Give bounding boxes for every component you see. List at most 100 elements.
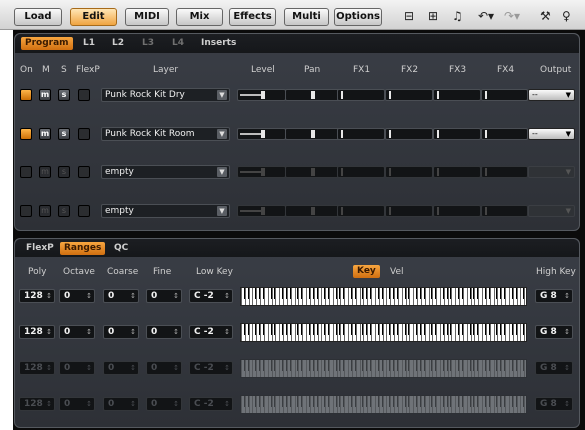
octave-field[interactable]: 0 ↕: [59, 289, 95, 303]
fx1-send[interactable]: [337, 89, 385, 101]
fx-thumb[interactable]: [341, 207, 343, 215]
layer-select[interactable]: Punk Rock Kit Dry ▼: [101, 88, 230, 102]
spinner-icon[interactable]: ↕: [86, 326, 92, 338]
mix-button[interactable]: Mix: [176, 8, 223, 26]
flexp-toggle[interactable]: [78, 205, 90, 217]
midi-button[interactable]: MIDI: [125, 8, 169, 26]
spinner-icon[interactable]: ↕: [224, 398, 230, 410]
fx2-send[interactable]: [385, 205, 433, 217]
fx4-send[interactable]: [481, 128, 528, 140]
level-fader[interactable]: [237, 166, 286, 178]
key-toggle[interactable]: Key: [353, 265, 380, 278]
solo-button[interactable]: s: [58, 166, 70, 178]
tab-l2[interactable]: L2: [112, 37, 124, 50]
tab-l4[interactable]: L4: [172, 37, 184, 50]
spinner-icon[interactable]: ↕: [46, 362, 52, 374]
level-thumb[interactable]: [261, 130, 265, 138]
fx-thumb[interactable]: [389, 207, 391, 215]
tab-l1[interactable]: L1: [83, 37, 95, 50]
low-key-field[interactable]: C -2 ↕: [189, 397, 233, 411]
spinner-icon[interactable]: ↕: [130, 398, 136, 410]
coarse-field[interactable]: 0 ↕: [103, 325, 139, 339]
pan-thumb[interactable]: [311, 91, 315, 99]
mute-button[interactable]: m: [39, 166, 51, 178]
fx-thumb[interactable]: [389, 91, 391, 99]
level-fader[interactable]: [237, 128, 286, 140]
octave-field[interactable]: 0 ↕: [59, 325, 95, 339]
octave-field[interactable]: 0 ↕: [59, 361, 95, 375]
high-key-field[interactable]: G 8 ↕: [535, 361, 573, 375]
spinner-icon[interactable]: ↕: [86, 290, 92, 302]
output-select[interactable]: -- ▼: [528, 89, 575, 101]
fine-field[interactable]: 0 ↕: [146, 361, 182, 375]
solo-button[interactable]: s: [58, 205, 70, 217]
spinner-icon[interactable]: ↕: [46, 290, 52, 302]
flexp-toggle[interactable]: [78, 128, 90, 140]
fx2-send[interactable]: [385, 128, 433, 140]
fx-thumb[interactable]: [485, 130, 487, 138]
spinner-icon[interactable]: ↕: [224, 362, 230, 374]
low-key-field[interactable]: C -2 ↕: [189, 289, 233, 303]
fx2-send[interactable]: [385, 89, 433, 101]
fx-thumb[interactable]: [437, 91, 439, 99]
load-button[interactable]: Load: [14, 8, 62, 26]
fx2-send[interactable]: [385, 166, 433, 178]
solo-button[interactable]: s: [58, 128, 70, 140]
pan-thumb[interactable]: [311, 168, 315, 176]
output-select[interactable]: ▼: [528, 166, 575, 178]
layer-select[interactable]: empty ▼: [101, 165, 230, 179]
spinner-icon[interactable]: ↕: [86, 398, 92, 410]
fine-field[interactable]: 0 ↕: [146, 289, 182, 303]
fx-thumb[interactable]: [437, 130, 439, 138]
poly-field[interactable]: 128 ↕: [19, 289, 55, 303]
undo-icon[interactable]: ↶▾: [478, 9, 494, 23]
pan-slider[interactable]: [285, 205, 340, 217]
fx-thumb[interactable]: [341, 130, 343, 138]
fx1-send[interactable]: [337, 205, 385, 217]
spinner-icon[interactable]: ↕: [86, 362, 92, 374]
poly-field[interactable]: 128 ↕: [19, 397, 55, 411]
fx1-send[interactable]: [337, 166, 385, 178]
on-toggle[interactable]: [20, 128, 32, 140]
on-toggle[interactable]: [20, 166, 32, 178]
fx3-send[interactable]: [433, 128, 481, 140]
fx-thumb[interactable]: [437, 207, 439, 215]
solo-button[interactable]: s: [58, 89, 70, 101]
level-thumb[interactable]: [261, 168, 265, 176]
copy-layer-icon[interactable]: ⊞: [428, 9, 438, 23]
coarse-field[interactable]: 0 ↕: [103, 361, 139, 375]
high-key-field[interactable]: G 8 ↕: [535, 289, 573, 303]
mute-button[interactable]: m: [39, 89, 51, 101]
fx-thumb[interactable]: [437, 168, 439, 176]
key-range-keyboard[interactable]: [240, 359, 527, 378]
tab-inserts[interactable]: Inserts: [201, 37, 236, 50]
fx-thumb[interactable]: [389, 130, 391, 138]
layer-select[interactable]: empty ▼: [101, 204, 230, 218]
pan-slider[interactable]: [285, 89, 340, 101]
spinner-icon[interactable]: ↕: [173, 362, 179, 374]
spinner-icon[interactable]: ↕: [130, 362, 136, 374]
layer-select[interactable]: Punk Rock Kit Room ▼: [101, 127, 230, 141]
spinner-icon[interactable]: ↕: [173, 398, 179, 410]
fx3-send[interactable]: [433, 205, 481, 217]
low-key-field[interactable]: C -2 ↕: [189, 361, 233, 375]
on-toggle[interactable]: [20, 205, 32, 217]
mute-button[interactable]: m: [39, 128, 51, 140]
fx-thumb[interactable]: [485, 207, 487, 215]
spinner-icon[interactable]: ↕: [173, 290, 179, 302]
level-thumb[interactable]: [261, 207, 265, 215]
fine-field[interactable]: 0 ↕: [146, 397, 182, 411]
spinner-icon[interactable]: ↕: [130, 290, 136, 302]
spinner-icon[interactable]: ↕: [564, 326, 570, 338]
spinner-icon[interactable]: ↕: [46, 398, 52, 410]
vel-toggle[interactable]: Vel: [390, 267, 404, 277]
spinner-icon[interactable]: ↕: [564, 290, 570, 302]
spinner-icon[interactable]: ↕: [130, 326, 136, 338]
fx-thumb[interactable]: [389, 168, 391, 176]
fx3-send[interactable]: [433, 89, 481, 101]
fx1-send[interactable]: [337, 128, 385, 140]
note-icon[interactable]: ♫: [452, 9, 463, 23]
output-select[interactable]: ▼: [528, 205, 575, 217]
coarse-field[interactable]: 0 ↕: [103, 289, 139, 303]
flexp-toggle[interactable]: [78, 89, 90, 101]
